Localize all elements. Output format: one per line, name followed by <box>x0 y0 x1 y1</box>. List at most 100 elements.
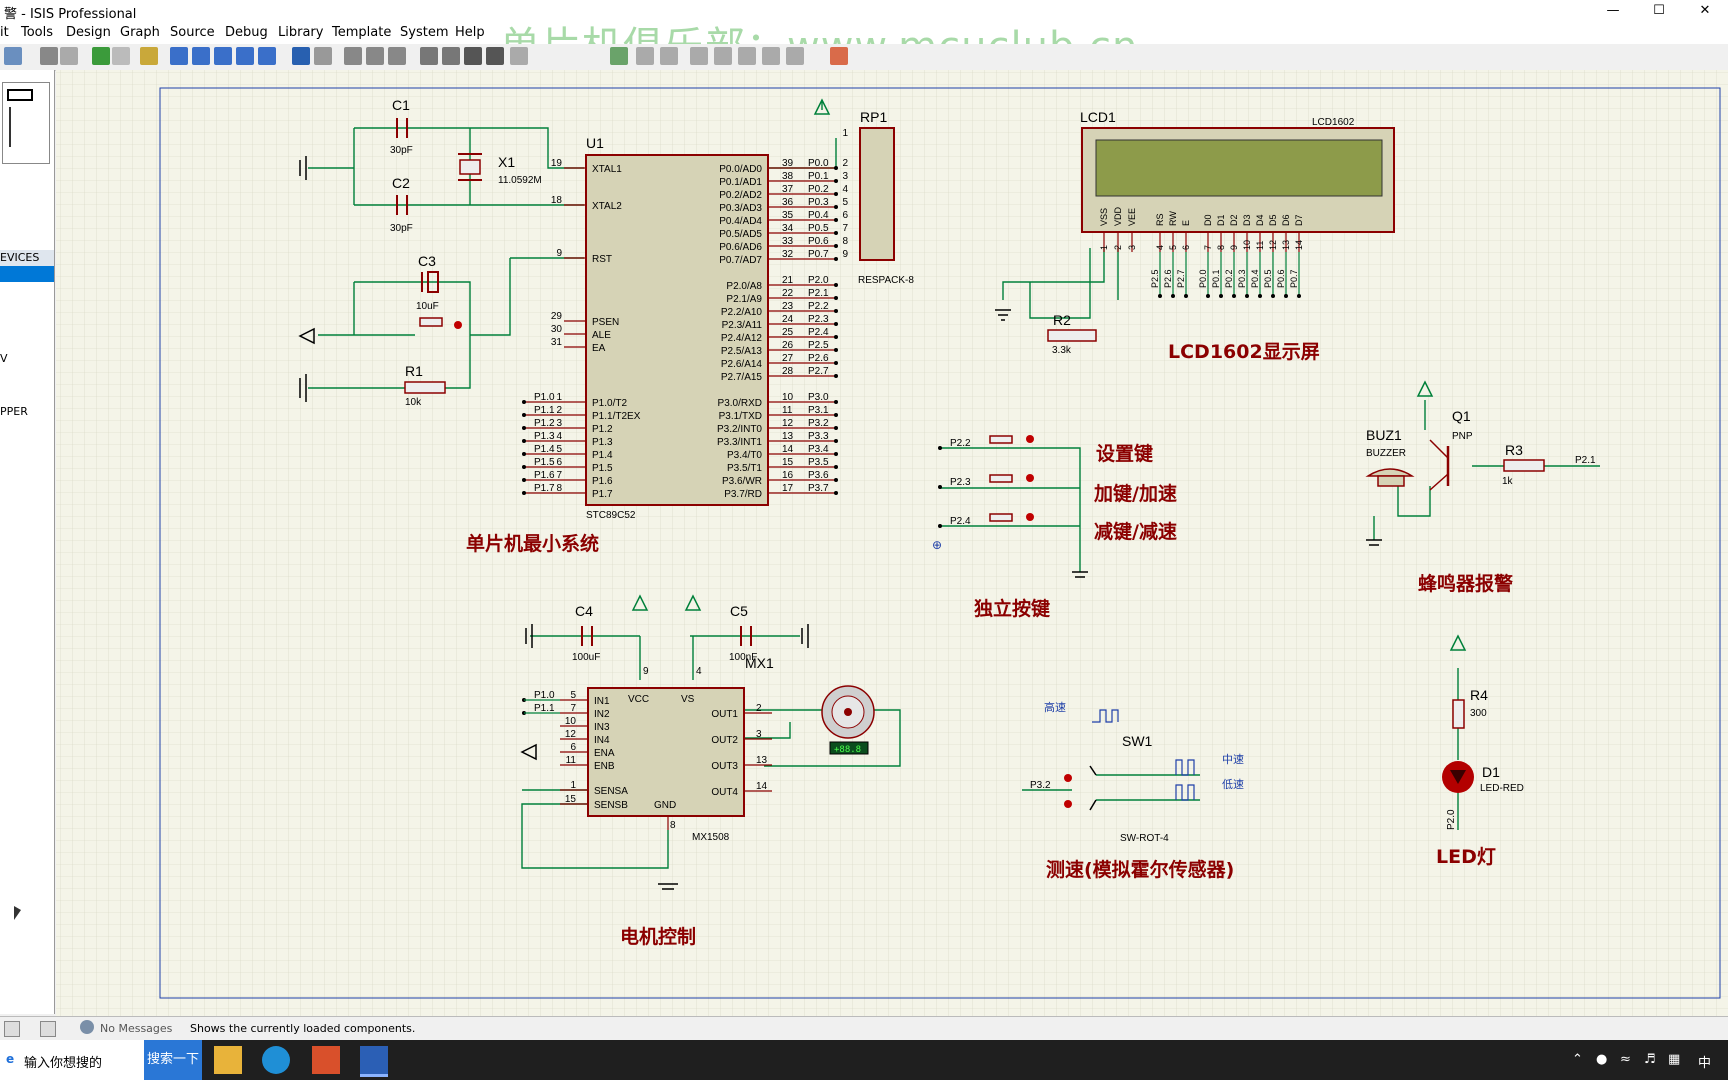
pin-label: P0.1/AD1 <box>719 177 762 188</box>
zoom-all-icon[interactable] <box>236 47 254 65</box>
menu-graph[interactable]: Graph <box>120 25 160 40</box>
office-icon[interactable] <box>312 1046 340 1074</box>
pin-number: 16 <box>782 470 794 481</box>
device-item[interactable]: V <box>0 352 8 365</box>
menu-tools[interactable]: Tools <box>21 25 53 40</box>
menu-design[interactable]: Design <box>66 25 111 40</box>
net-label: P2.2 <box>808 301 829 312</box>
taskbar-search-box[interactable]: e 输入你想搜的 <box>0 1040 144 1080</box>
net-terminal <box>1184 294 1188 298</box>
search-tag-icon[interactable] <box>636 47 654 65</box>
overview-window[interactable] <box>2 82 50 164</box>
new-sheet-icon[interactable] <box>690 47 708 65</box>
menu-help[interactable]: Help <box>455 25 485 40</box>
refresh-icon[interactable] <box>92 47 110 65</box>
pin-label: P0.3/AD3 <box>719 203 762 214</box>
tray-up-icon[interactable]: ⌃ <box>1572 1052 1583 1067</box>
net-terminal <box>1258 294 1262 298</box>
origin-icon[interactable] <box>140 47 158 65</box>
remove-sheet-icon[interactable] <box>714 47 732 65</box>
zoom-in-icon[interactable] <box>192 47 210 65</box>
c4-ref: C4 <box>575 603 593 619</box>
pin-number: 38 <box>782 171 794 182</box>
net-label: P0.5 <box>808 223 829 234</box>
net-terminal <box>1297 294 1301 298</box>
file-explorer-icon[interactable] <box>214 1046 242 1074</box>
r1-value: 10k <box>405 397 422 408</box>
pin-label: P3.4/T0 <box>727 450 762 461</box>
save-icon[interactable] <box>4 47 22 65</box>
pin-label: P0.4/AD4 <box>719 216 762 227</box>
net-label: P0.4 <box>808 210 829 221</box>
pin-label: OUT1 <box>711 709 738 720</box>
maximize-button[interactable]: ☐ <box>1636 0 1682 22</box>
net-terminal <box>834 309 838 313</box>
dc-motor[interactable]: +88.8 <box>821 685 875 755</box>
pin-label: OUT3 <box>711 761 738 772</box>
net-terminal <box>522 439 526 443</box>
close-button[interactable]: ✕ <box>1682 0 1728 22</box>
wire-autoroute-icon[interactable] <box>610 47 628 65</box>
lcd-pin-label: RW <box>1168 211 1178 226</box>
pin-label: P2.4/A12 <box>721 333 763 344</box>
netlist-to-ares-icon[interactable] <box>830 47 848 65</box>
messages-label[interactable]: No Messages <box>100 1022 172 1035</box>
ime-indicator[interactable]: 中 <box>1698 1052 1711 1071</box>
block-copy-icon[interactable] <box>420 47 438 65</box>
paste-icon[interactable] <box>388 47 406 65</box>
net-label: P3.4 <box>808 444 829 455</box>
bom-icon[interactable] <box>762 47 780 65</box>
zoom-out-icon[interactable] <box>214 47 232 65</box>
pin-number: 7 <box>556 470 562 481</box>
block-rotate-icon[interactable] <box>464 47 482 65</box>
pause-button[interactable] <box>4 1021 20 1037</box>
grid-icon[interactable] <box>112 47 130 65</box>
browser-icon[interactable] <box>262 1046 290 1074</box>
property-tool-icon[interactable] <box>660 47 678 65</box>
pick-device-icon[interactable] <box>510 47 528 65</box>
device-list-selected[interactable] <box>0 266 54 282</box>
net-terminal <box>938 485 942 489</box>
pin-number: 11 <box>782 405 793 416</box>
pin-number: 10 <box>1242 240 1252 250</box>
copy-icon[interactable] <box>366 47 384 65</box>
redo-icon[interactable] <box>314 47 332 65</box>
pin-label: P2.0/A8 <box>726 281 762 292</box>
undo-icon[interactable] <box>292 47 310 65</box>
area-icon[interactable] <box>60 47 78 65</box>
volume-icon[interactable]: ♬ <box>1644 1052 1656 1067</box>
net-label: P1.7 <box>534 483 555 494</box>
pan-icon[interactable] <box>170 47 188 65</box>
pin-number: 15 <box>565 794 577 805</box>
menu-template[interactable]: Template <box>332 25 391 40</box>
net-label: P1.3 <box>534 431 555 442</box>
net-label: P1.4 <box>534 444 555 455</box>
zoom-area-icon[interactable] <box>258 47 276 65</box>
menu-debug[interactable]: Debug <box>225 25 268 40</box>
isis-taskbar-icon[interactable] <box>360 1046 388 1077</box>
cut-icon[interactable] <box>344 47 362 65</box>
menu-system[interactable]: System <box>400 25 448 40</box>
search-button[interactable]: 搜索一下 <box>144 1040 202 1080</box>
pin-number: 33 <box>782 236 794 247</box>
pin-label: P0.7/AD7 <box>719 255 762 266</box>
network-icon[interactable]: ≈ <box>1620 1052 1631 1067</box>
block-move-icon[interactable] <box>442 47 460 65</box>
keyboard-icon[interactable]: ▦ <box>1668 1052 1680 1067</box>
microphone-icon[interactable]: ● <box>1596 1052 1607 1067</box>
erc-icon[interactable] <box>786 47 804 65</box>
block-delete-icon[interactable] <box>486 47 504 65</box>
menu-library[interactable]: Library <box>278 25 323 40</box>
device-item[interactable]: PPER <box>0 405 28 418</box>
print-icon[interactable] <box>40 47 58 65</box>
child-sheet-icon[interactable] <box>738 47 756 65</box>
stop-button[interactable] <box>40 1021 56 1037</box>
d1-net: P2.0 <box>1446 809 1457 830</box>
key-switch <box>989 474 1013 483</box>
menu-source[interactable]: Source <box>170 25 215 40</box>
minimize-button[interactable]: — <box>1590 0 1636 22</box>
menu-edit[interactable]: it <box>0 25 9 40</box>
net-label: P2.7 <box>1176 269 1186 288</box>
pin-label: RST <box>592 254 612 265</box>
schematic-canvas[interactable]: C1 30pF C2 30pF X1 11.0592M C3 10uF R1 1… <box>56 70 1728 1016</box>
